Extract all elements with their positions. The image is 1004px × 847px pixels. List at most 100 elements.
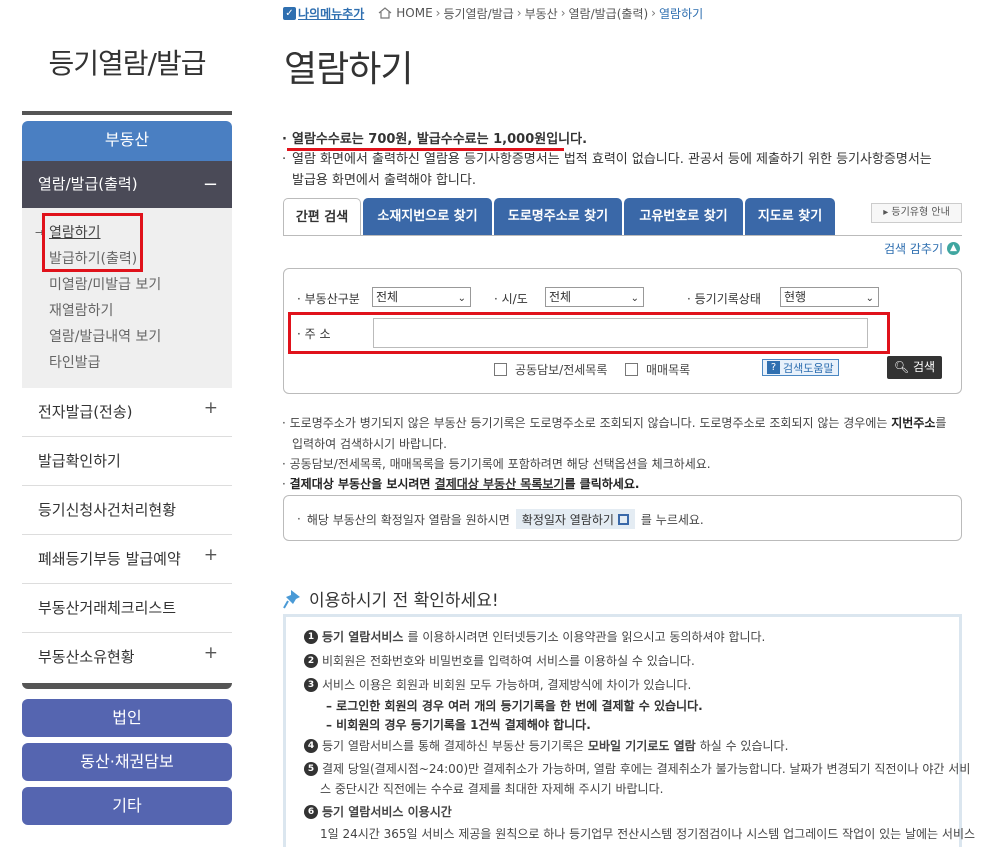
help-label: 검색도움말 [783,361,834,375]
submenu-item-review[interactable]: 재열람하기 [49,300,113,320]
fix-button-label: 확정일자 열람하기 [521,512,614,527]
expand-icon: + [203,398,218,418]
type-select[interactable]: 전체 ⌄ [372,287,471,307]
breadcrumb-item[interactable]: 부동산 [525,5,558,22]
search-button[interactable]: 🔍︎ 검색 [887,356,942,379]
tab-road-address[interactable]: 도로명주소로 찾기 [494,198,622,236]
checkbox-icon [625,363,638,376]
sidebar-divider [22,683,232,689]
pin-icon [283,589,300,608]
chevron-right-icon: › [516,6,522,20]
expand-icon: + [203,545,218,565]
check-item-cont: 스 중단시간 직전에는 수수료 결제를 최대한 자제해 주시기 바랍니다. [320,782,664,796]
fix-post-text: 를 누르세요. [640,512,704,527]
notice-text: 열람 화면에서 출력하신 열람용 등기사항증명서는 법적 효력이 없습니다. 관… [292,152,932,167]
sidebar-item-checklist[interactable]: 부동산거래체크리스트 [22,584,232,633]
tab-lot-number[interactable]: 소재지번으로 찾기 [363,198,492,236]
sales-list-checkbox[interactable]: 매매목록 [625,361,690,378]
chevron-down-icon: ⌄ [865,293,874,304]
status-value: 현행 [784,290,807,304]
city-label: · 시/도 [494,292,528,306]
collapse-search-button[interactable]: 검색 감추기 ▲ [884,240,960,257]
search-label: 검색 [912,360,936,374]
breadcrumb-item[interactable]: 열람/발급(출력) [569,5,649,22]
collapse-icon: − [202,174,218,195]
page-title: 열람하기 [284,49,413,90]
sidebar-title: 등기열람/발급 [48,47,207,80]
check-section-title: 이용하시기 전 확인하세요! [283,586,499,611]
home-icon [378,7,392,19]
registry-guide-button[interactable]: ▸ 등기유형 안내 [871,203,962,223]
tab-unique-number[interactable]: 고유번호로 찾기 [624,198,743,236]
sidebar-item-label: 부동산소유현황 [38,648,135,666]
fee-text: 열람수수료는 700원, 발급수수료는 1,000원입니다. [292,132,588,147]
type-value: 전체 [376,290,399,304]
sidebar-divider [22,111,232,115]
highlight-box [42,213,143,272]
sidebar-item-verify[interactable]: 발급확인하기 [22,437,232,486]
fixed-date-notice: · 해당 부동산의 확정일자 열람을 원하시면 확정일자 열람하기 를 누르세요. [297,509,704,529]
chevron-right-icon: › [560,6,566,20]
info-line: · 결제대상 부동산을 보시려면 결제대상 부동산 목록보기를 클릭하세요. [282,477,640,491]
sidebar-item-label: 전자발급(전송) [38,403,133,421]
city-value: 전체 [549,290,572,304]
submenu-item-history[interactable]: 열람/발급내역 보기 [49,326,161,346]
external-link-icon [617,513,629,525]
category-etc[interactable]: 기타 [22,787,232,825]
submenu-item-unviewed[interactable]: 미열람/미발급 보기 [49,274,161,294]
info-line: · 도로명주소가 병기되지 않은 부동산 등기기록은 도로명주소로 조회되지 않… [282,416,947,430]
check-sub-note: – 로그인한 회원의 경우 여러 개의 등기기록을 한 번에 결제할 수 있습니… [326,699,703,713]
question-icon: ? [767,361,780,374]
add-my-menu-label: 나의메뉴추가 [298,6,365,21]
check-item: 4 등기 열람서비스를 통해 결제하신 부동산 등기기록은 모바일 기기로도 열람… [304,737,788,754]
chevron-down-icon: ⌄ [630,293,639,304]
add-my-menu-button[interactable]: ✓ 나의메뉴추가 [283,5,364,22]
check-item-cont: 1일 24시간 365일 서비스 제공을 원칙으로 하나 등기업무 전산시스템 … [320,827,976,841]
check-item: 6 등기 열람서비스 이용시간 [304,803,452,820]
search-help-button[interactable]: ? 검색도움말 [762,359,839,376]
info-line: 입력하여 검색하시기 바랍니다. [292,437,447,451]
breadcrumb-home[interactable]: HOME [396,6,432,20]
expand-icon: + [203,643,218,663]
sidebar-item-ownership[interactable]: 부동산소유현황 + [22,633,232,682]
notice-line: · 열람 화면에서 출력하신 열람용 등기사항증명서는 법적 효력이 없습니다. … [282,152,932,167]
joint-collateral-checkbox[interactable]: 공동담보/전세목록 [494,361,607,378]
status-select[interactable]: 현행 ⌄ [780,287,879,307]
sidebar-item-label: 부동산거래체크리스트 [38,599,177,617]
breadcrumb: ✓ 나의메뉴추가 HOME › 등기열람/발급 › 부동산 › 열람/발급(출력… [283,4,703,22]
category-corporation[interactable]: 법인 [22,699,232,737]
tab-map[interactable]: 지도로 찾기 [745,198,835,236]
check-sub-note: – 비회원의 경우 등기기록을 1건씩 결제해야 합니다. [326,718,591,732]
check-item: 2 비회원은 전화번호와 비밀번호를 입력하여 서비스를 이용하실 수 있습니다. [304,652,695,669]
sidebar-item-label: 등기신청사건처리현황 [38,501,177,519]
breadcrumb-item[interactable]: 등기열람/발급 [443,5,513,22]
sidebar-item-status[interactable]: 등기신청사건처리현황 [22,486,232,535]
status-label: · 등기기록상태 [687,292,761,306]
info-line: · 공동담보/전세목록, 매매목록을 등기기록에 포함하려면 해당 선택옵션을 … [282,457,711,471]
breadcrumb-current: 열람하기 [658,6,704,21]
fixed-date-view-button[interactable]: 확정일자 열람하기 [515,509,635,529]
sidebar-item-closed-reservation[interactable]: 폐쇄등기부등 발급예약 + [22,535,232,584]
checkbox-icon [494,363,507,376]
tab-simple-search[interactable]: 간편 검색 [283,198,361,236]
sidebar-item-e-issue[interactable]: 전자발급(전송) + [22,388,232,437]
chevron-right-icon: › [435,6,441,20]
collapse-label: 검색 감추기 [883,242,943,256]
chevron-down-icon: ⌄ [457,293,466,304]
search-tabs: 간편 검색 소재지번으로 찾기 도로명주소로 찾기 고유번호로 찾기 지도로 찾… [283,198,837,236]
type-label: · 부동산구분 [297,292,360,306]
sidebar-item-view-issue[interactable]: 열람/발급(출력) − [22,161,232,208]
payment-list-link[interactable]: 결제대상 부동산 목록보기 [435,477,565,491]
submenu-item-other[interactable]: 타인발급 [49,352,101,372]
notice-line: 발급용 화면에서 출력해야 합니다. [292,173,476,188]
sidebar-item-label: 발급확인하기 [38,452,121,470]
category-movable[interactable]: 동산·채권담보 [22,743,232,781]
sidebar-item-label: 폐쇄등기부등 발급예약 [38,550,181,568]
chevron-right-icon: › [651,6,656,20]
check-title-text: 이용하시기 전 확인하세요! [309,591,499,611]
category-realestate[interactable]: 부동산 [22,121,232,161]
highlight-box [288,312,890,354]
check-icon: ✓ [283,6,296,20]
city-select[interactable]: 전체 ⌄ [545,287,644,307]
fee-notice: · 열람수수료는 700원, 발급수수료는 1,000원입니다. [282,132,588,147]
